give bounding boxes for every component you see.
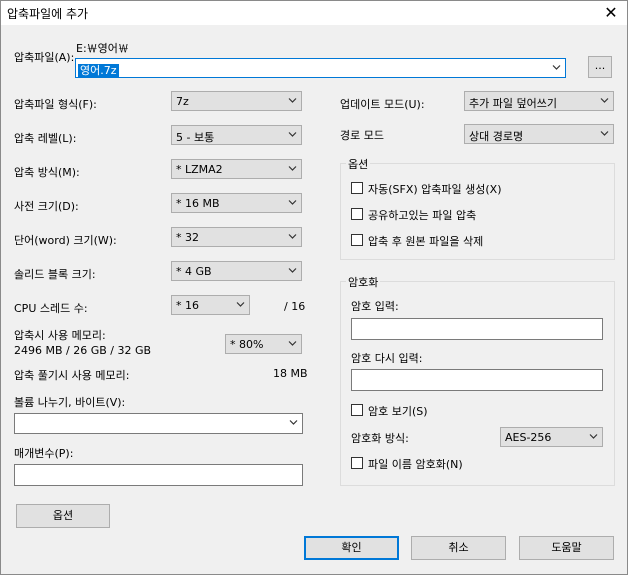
chevron-down-icon [589,434,598,439]
threads-total: / 16 [284,300,306,313]
encrypt-names-checkbox[interactable] [351,457,363,469]
encryption-group-title: 암호화 [346,274,381,290]
sfx-checkbox[interactable] [351,182,363,194]
delete-after-label: 압축 후 원본 파일을 삭제 [368,235,484,248]
path-mode-label: 경로 모드 [340,129,384,142]
format-value: 7z [176,95,189,108]
chevron-down-icon [600,98,609,103]
solid-select[interactable]: * 4 GB [171,261,302,281]
delete-after-checkbox[interactable] [351,234,363,246]
archive-folder: E:￦영어￦ [76,42,129,55]
format-label: 압축파일 형식(F): [14,98,97,111]
password-input[interactable] [351,318,603,340]
archive-label: 압축파일(A): [14,51,75,64]
chevron-down-icon [288,132,297,137]
chevron-down-icon [288,98,297,103]
method-label: 압축 방식(M): [14,166,80,179]
password-label: 암호 입력: [351,300,399,313]
cancel-button[interactable]: 취소 [411,536,506,560]
chevron-down-icon [600,131,609,136]
memory-label: 압축시 사용 메모리: [14,329,106,342]
threads-select[interactable]: * 16 [171,295,250,315]
encrypt-names-label: 파일 이름 암호화(N) [368,458,463,471]
word-value: * 32 [176,231,199,244]
options-group-title: 옵션 [346,156,371,172]
memory-select[interactable]: * 80% [225,334,302,354]
solid-label: 솔리드 블록 크기: [14,268,96,281]
chevron-down-icon [288,166,297,171]
chevron-down-icon [288,341,297,346]
shared-label: 공유하고있는 파일 압축 [368,209,477,222]
split-label: 볼륨 나누기, 바이트(V): [14,396,126,409]
options-button[interactable]: 옵션 [16,504,110,528]
format-select[interactable]: 7z [171,91,302,111]
split-volume-combo[interactable] [14,413,303,434]
params-label: 매개변수(P): [14,447,74,460]
memory-value: * 80% [230,338,264,351]
word-label: 단어(word) 크기(W): [14,234,117,247]
browse-button[interactable]: ... [588,56,612,78]
chevron-down-icon [288,200,297,205]
memory-detail: 2496 MB / 26 GB / 32 GB [14,344,152,357]
decomp-memory-label: 압축 풀기시 사용 메모리: [14,369,130,382]
path-mode-select[interactable]: 상대 경로명 [464,124,614,144]
close-icon[interactable]: ✕ [601,3,621,22]
sfx-label: 자동(SFX) 압축파일 생성(X) [368,183,502,196]
update-mode-value: 추가 파일 덮어쓰기 [469,97,557,110]
password-confirm-label: 암호 다시 입력: [351,352,423,365]
show-password-checkbox[interactable] [351,404,363,416]
shared-checkbox[interactable] [351,208,363,220]
archive-name-value: 영어.7z [78,64,119,77]
chevron-down-icon [236,302,245,307]
path-mode-value: 상대 경로명 [469,130,524,143]
update-mode-select[interactable]: 추가 파일 덮어쓰기 [464,91,614,111]
chevron-down-icon[interactable] [552,63,561,72]
level-select[interactable]: 5 - 보통 [171,125,302,145]
threads-label: CPU 스레드 수: [14,302,88,315]
decomp-memory-value: 18 MB [273,367,308,380]
help-button[interactable]: 도움말 [519,536,614,560]
dict-label: 사전 크기(D): [14,200,79,213]
chevron-down-icon [288,268,297,273]
title-bar: 압축파일에 추가 ✕ [1,1,627,25]
chevron-down-icon [289,420,298,425]
encryption-method-value: AES-256 [505,431,552,444]
archive-name-combo[interactable]: 영어.7z [75,58,566,78]
password-confirm-input[interactable] [351,369,603,391]
update-mode-label: 업데이트 모드(U): [340,98,425,111]
dict-value: * 16 MB [176,197,220,210]
show-password-label: 암호 보기(S) [368,405,428,418]
dict-select[interactable]: * 16 MB [171,193,302,213]
level-label: 압축 레벨(L): [14,132,77,145]
level-value: 5 - 보통 [176,131,215,144]
chevron-down-icon [288,234,297,239]
params-input[interactable] [14,464,303,486]
solid-value: * 4 GB [176,265,212,278]
ok-button[interactable]: 확인 [304,536,399,560]
dialog-title: 압축파일에 추가 [7,7,89,21]
encryption-method-select[interactable]: AES-256 [500,427,603,447]
word-select[interactable]: * 32 [171,227,302,247]
threads-value: * 16 [176,299,199,312]
method-value: * LZMA2 [176,163,223,176]
encryption-method-label: 암호화 방식: [351,432,409,445]
method-select[interactable]: * LZMA2 [171,159,302,179]
add-to-archive-dialog: 압축파일에 추가 ✕ 압축파일(A): E:￦영어￦ 영어.7z ... 압축파… [0,0,628,575]
